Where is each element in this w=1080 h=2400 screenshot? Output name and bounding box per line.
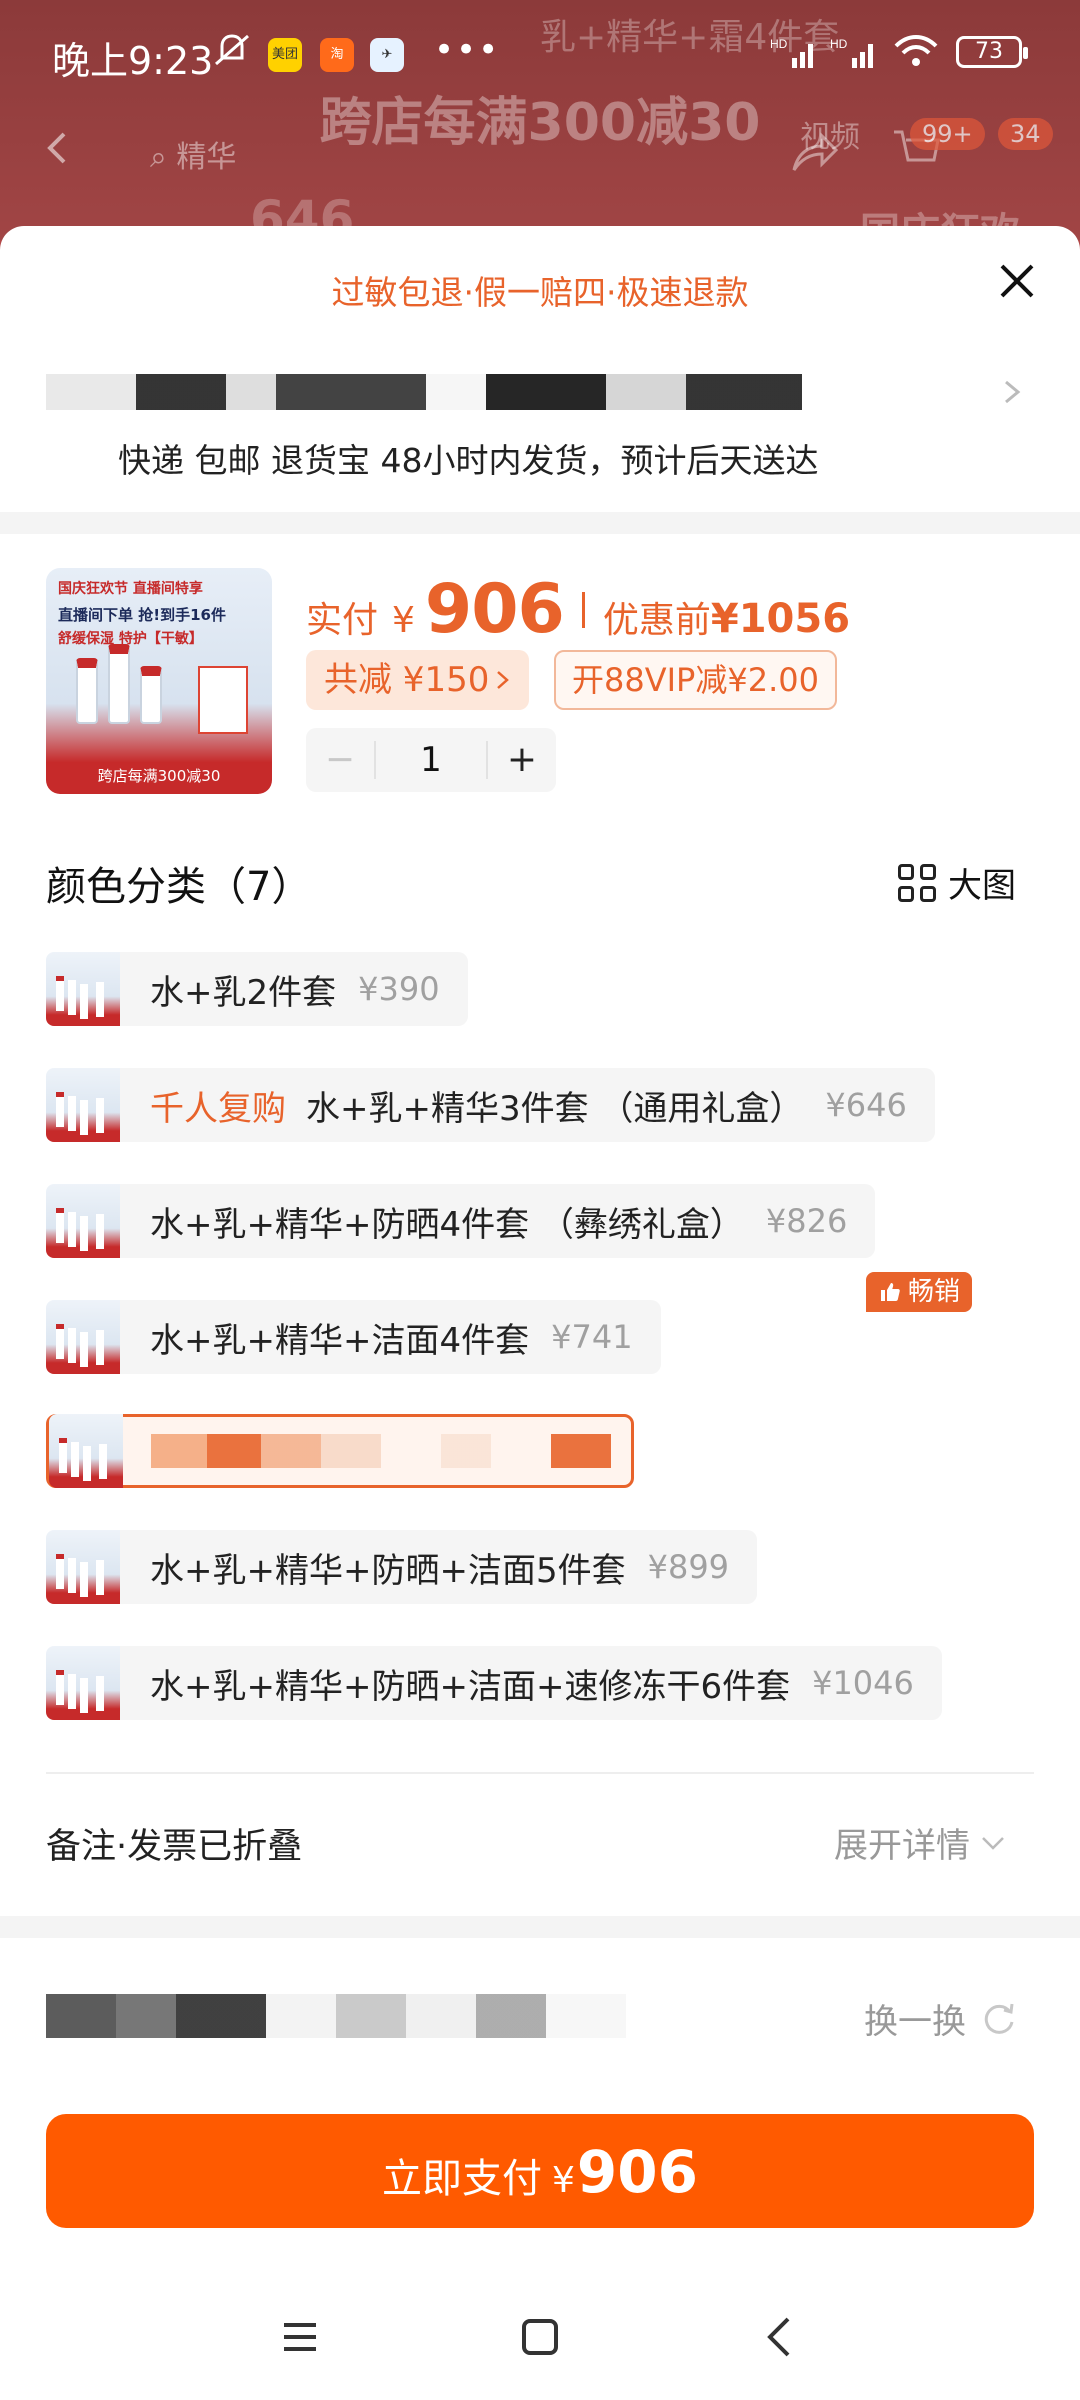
wifi-icon [894,35,938,66]
share-icon[interactable] [790,130,840,174]
pay-amount: 906 [424,570,565,649]
bestseller-badge: 畅销 [866,1272,973,1312]
big-image-label: 大图 [948,866,1016,906]
variant-option[interactable]: 水+乳+精华+防晒+洁面+速修冻干6件套 ¥1046 [46,1646,942,1720]
thumbs-up-icon [881,1283,900,1301]
variant-option-selected[interactable] [46,1414,634,1488]
close-icon[interactable] [992,256,1042,306]
discount-text: 共减 ¥150 [324,660,490,700]
back-icon[interactable] [750,2307,810,2367]
status-time: 晚上9:23 [52,39,214,83]
big-image-toggle[interactable]: 大图 [898,858,1016,907]
status-bar: 晚上9:23 美团 淘 ✈ ••• HD HD 73 [0,0,1080,100]
swap-label: 换一换 [864,2002,966,2042]
more-notifications-icon: ••• [434,30,501,70]
meituan-app-icon: 美团 [268,38,302,72]
home-icon[interactable] [510,2307,570,2367]
refresh-icon [984,2003,1014,2034]
variant-thumbnail [46,1646,120,1720]
thumbnail-text: 直播间下单 抢!到手16件 [58,606,226,624]
thumbnail-footer: 跨店每满300减30 [97,767,221,785]
pay-button-label: 立即支付 [382,2156,542,2202]
svg-text:HD: HD [770,37,788,51]
section-divider [0,1916,1080,1938]
variant-name: 水+乳2件套 [150,972,337,1013]
thumbnail-text: 国庆狂欢节 直播间特享 [58,581,203,597]
variant-option[interactable]: 水+乳+精华+洁面4件套 ¥741 [46,1300,661,1374]
variant-name: 水+乳+精华+防晒+洁面5件套 [150,1550,626,1591]
variant-name-redacted [151,1434,611,1468]
battery-icon: 73 [956,36,1028,68]
swap-button[interactable]: 换一换 [864,1994,1018,2043]
back-icon[interactable] [40,130,76,166]
feishu-app-icon: ✈ [370,38,404,72]
chevron-right-icon[interactable] [1002,378,1022,406]
original-price-label: 优惠前 [602,600,711,641]
variant-thumbnail [49,1414,123,1488]
pay-now-button[interactable]: 立即支付 ¥ 906 [46,2114,1034,2228]
variant-thumbnail [46,952,120,1026]
variant-price: ¥826 [765,1202,848,1240]
variant-thumbnail [46,1068,120,1142]
cart-badge: 99+ [910,118,985,150]
mute-icon [215,34,249,66]
original-price: ¥1056 [710,596,851,642]
price-row: 实付 ¥ 906 优惠前 ¥1056 [306,570,850,650]
variant-price: ¥646 [825,1086,907,1124]
variant-name: 水+乳+精华+防晒+洁面+速修冻干6件套 [150,1666,791,1707]
variant-thumbnail [46,1300,120,1374]
variant-option[interactable]: 水+乳+精华+防晒4件套 （彝绣礼盒） ¥826 [46,1184,876,1258]
variant-price: ¥1046 [812,1664,914,1702]
guarantee-banner: 过敏包退·假一赔四·极速退款 [331,273,749,312]
pay-button-amount: 906 [576,2138,698,2206]
pay-label: 实付 [306,600,379,641]
variant-option[interactable]: 水+乳+精华+防晒+洁面5件套 ¥899 [46,1530,758,1604]
vip-offer-button[interactable]: 开88VIP减¥2.00 [554,650,837,710]
variant-option[interactable]: 千人复购 水+乳+精华3件套 （通用礼盒） ¥646 [46,1068,935,1142]
sku-selector-sheet: 过敏包退·假一赔四·极速退款 快递 包邮 退货宝 48小时内发货，预计后天送达 … [0,226,1080,2400]
expand-label: 展开详情 [834,1826,970,1866]
chevron-right-icon [497,671,510,689]
variant-price: ¥390 [358,970,440,1008]
price-separator [581,592,585,628]
taobao-app-icon: 淘 [320,38,354,72]
variant-option[interactable]: 水+乳2件套 ¥390 [46,952,468,1026]
recommendation-title-redacted [46,1994,626,2038]
svg-text:HD: HD [830,37,848,51]
menu-icon[interactable] [270,2307,330,2367]
chevron-down-icon [982,1836,1004,1850]
delivery-info: 快递 包邮 退货宝 48小时内发货，预计后天送达 [118,441,819,480]
bestseller-label: 畅销 [908,1277,961,1307]
message-badge: 34 [998,118,1053,150]
increase-button[interactable]: + [488,728,556,792]
address-redacted[interactable] [46,374,802,410]
signal-icon: HD [770,37,813,68]
expand-details-button[interactable]: 展开详情 [834,1818,1006,1867]
quantity-value[interactable]: 1 [374,741,488,779]
pay-button-currency: ¥ [552,2160,575,2201]
variant-price: ¥741 [551,1318,633,1356]
currency-symbol: ¥ [392,600,415,641]
variant-name: 水+乳+精华+洁面4件套 [150,1320,530,1361]
section-divider [0,512,1080,534]
decrease-button[interactable]: − [306,728,374,792]
variant-thumbnail [46,1184,120,1258]
grid-view-icon [898,863,936,902]
variant-name: 水+乳+精华3件套 （通用礼盒） [306,1088,804,1129]
product-thumbnail[interactable]: 国庆狂欢节 直播间特享 直播间下单 抢!到手16件 舒缓保湿 特护【干敏】 跨店… [46,568,272,794]
divider [46,1772,1034,1774]
remark-invoice-label: 备注·发票已折叠 [46,1827,303,1867]
quantity-stepper[interactable]: − 1 + [306,728,556,792]
discount-detail-button[interactable]: 共减 ¥150 [306,650,530,710]
variant-name: 水+乳+精华+防晒4件套 （彝绣礼盒） [150,1204,744,1245]
variant-tag: 千人复购 [150,1088,286,1129]
signal-icon: HD [830,37,873,68]
system-nav-bar [0,2274,1080,2400]
background-search[interactable]: ⌕ 精华 [150,132,236,176]
variant-thumbnail [46,1530,120,1604]
variants-title: 颜色分类（7） [46,864,312,910]
thumbnail-text: 舒缓保湿 特护【干敏】 [58,631,203,647]
variant-price: ¥899 [647,1548,730,1586]
